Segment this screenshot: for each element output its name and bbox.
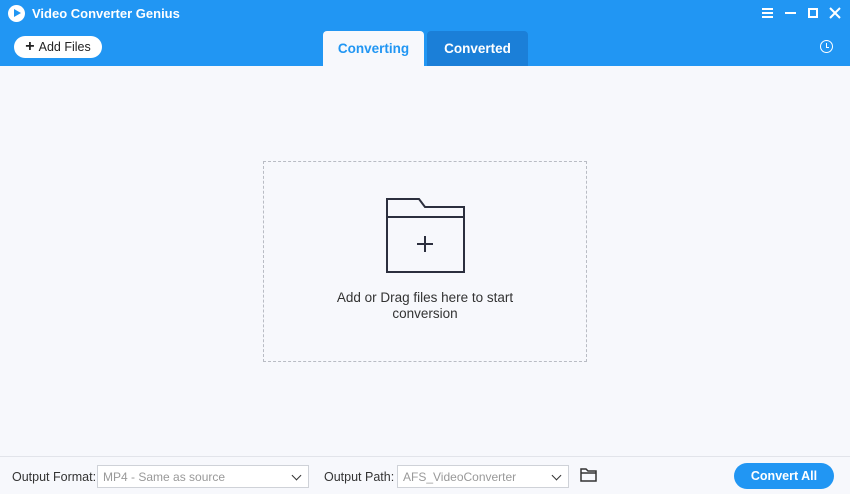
output-path-value: AFS_VideoConverter <box>403 469 517 484</box>
output-format-label: Output Format: <box>12 470 97 484</box>
tab-converted[interactable]: Converted <box>427 31 528 66</box>
app-title: Video Converter Genius <box>32 6 180 21</box>
drop-zone-text: Add or Drag files here to start conversi… <box>336 290 514 321</box>
convert-all-button[interactable]: Convert All <box>734 463 834 489</box>
chevron-down-icon <box>291 470 302 481</box>
history-icon[interactable] <box>820 40 833 53</box>
output-format-select[interactable]: MP4 - Same as source <box>97 465 309 488</box>
tab-converting[interactable]: Converting <box>323 31 424 66</box>
close-icon[interactable] <box>826 4 844 22</box>
footer-bar: Output Format: MP4 - Same as source Outp… <box>0 456 850 494</box>
folder-open-icon[interactable] <box>580 468 597 482</box>
output-path-select[interactable]: AFS_VideoConverter <box>397 465 569 488</box>
output-format-value: MP4 - Same as source <box>103 469 226 484</box>
menu-icon[interactable] <box>758 4 776 22</box>
drop-zone[interactable]: Add or Drag files here to start conversi… <box>263 161 587 362</box>
folder-plus-icon <box>386 198 465 273</box>
output-path-label: Output Path: <box>324 470 395 484</box>
maximize-icon[interactable] <box>804 4 822 22</box>
plus-icon: + <box>25 38 35 55</box>
minimize-icon[interactable] <box>781 4 799 22</box>
chevron-down-icon <box>551 470 562 481</box>
add-files-button[interactable]: + Add Files <box>14 36 102 58</box>
title-bar: Video Converter Genius + Add Files Conve… <box>0 0 850 66</box>
add-files-label: Add Files <box>38 40 91 54</box>
play-logo-icon <box>8 5 25 22</box>
